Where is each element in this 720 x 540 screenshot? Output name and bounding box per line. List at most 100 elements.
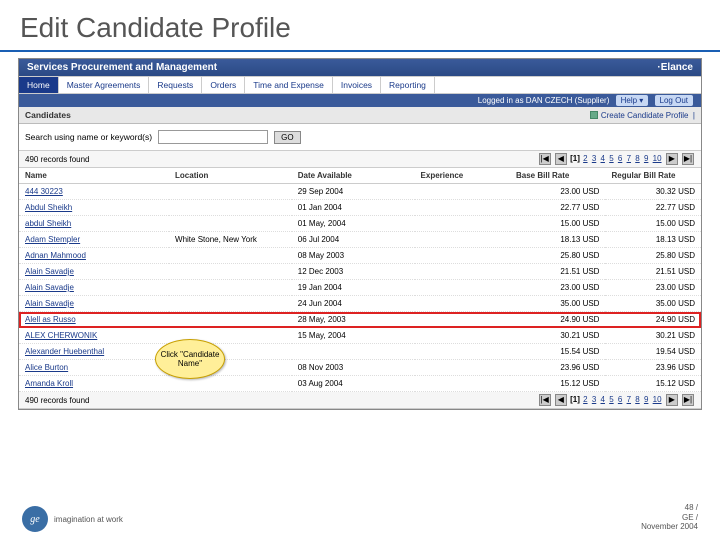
tab-home[interactable]: Home — [19, 77, 59, 93]
search-input[interactable] — [158, 130, 268, 144]
cell-date: 29 Sep 2004 — [292, 184, 415, 200]
pager-first-icon-b[interactable]: |◀ — [539, 394, 551, 406]
col-base-rate[interactable]: Base Bill Rate — [510, 168, 605, 184]
cell-base-rate: 30.21 USD — [510, 328, 605, 344]
tab-reporting[interactable]: Reporting — [381, 77, 435, 93]
candidate-name-link[interactable]: Adnan Mahmood — [25, 251, 86, 260]
cell-regular-rate: 25.80 USD — [605, 248, 701, 264]
callout-click-name: Click "Candidate Name" — [155, 339, 225, 379]
cell-regular-rate: 35.00 USD — [605, 296, 701, 312]
pager-last-icon-b[interactable]: ▶| — [682, 394, 694, 406]
cell-location — [169, 184, 292, 200]
pager-next-icon-b[interactable]: ▶ — [666, 394, 678, 406]
candidate-name-link[interactable]: Adam Stempler — [25, 235, 80, 244]
pager-page-2b[interactable]: 2 — [583, 395, 587, 404]
cell-date: 24 Jun 2004 — [292, 296, 415, 312]
table-row: abdul Sheikh01 May, 200415.00 USD15.00 U… — [19, 216, 701, 232]
pager-page-6[interactable]: 6 — [618, 154, 622, 163]
pager-last-icon[interactable]: ▶| — [682, 153, 694, 165]
col-regular-rate[interactable]: Regular Bill Rate — [605, 168, 701, 184]
pager-page-4b[interactable]: 4 — [601, 395, 605, 404]
tab-invoices[interactable]: Invoices — [333, 77, 381, 93]
table-row: Alell as Russo28 May, 200324.90 USD24.90… — [19, 312, 701, 328]
pager-page-7b[interactable]: 7 — [627, 395, 631, 404]
col-date-available[interactable]: Date Available — [292, 168, 415, 184]
candidate-name-link[interactable]: abdul Sheikh — [25, 219, 71, 228]
cell-regular-rate: 22.77 USD — [605, 200, 701, 216]
table-row: ALEX CHERWONIK15 May, 200430.21 USD30.21… — [19, 328, 701, 344]
cell-date: 01 Jan 2004 — [292, 200, 415, 216]
pager-page-5b[interactable]: 5 — [609, 395, 613, 404]
tab-orders[interactable]: Orders — [202, 77, 245, 93]
candidate-name-link[interactable]: Alain Savadje — [25, 267, 74, 276]
pager-prev-icon[interactable]: ◀ — [555, 153, 567, 165]
help-button[interactable]: Help ▾ — [616, 95, 649, 106]
cell-experience — [415, 200, 510, 216]
cell-base-rate: 15.00 USD — [510, 216, 605, 232]
candidate-name-link[interactable]: Alain Savadje — [25, 299, 74, 308]
cell-experience — [415, 360, 510, 376]
brand-label: ·Elance — [657, 62, 693, 73]
col-location[interactable]: Location — [169, 168, 292, 184]
cell-base-rate: 15.54 USD — [510, 344, 605, 360]
cell-regular-rate: 15.00 USD — [605, 216, 701, 232]
pager-page-9[interactable]: 9 — [644, 154, 648, 163]
chevron-down-icon: ▾ — [639, 96, 643, 105]
app-name: Services Procurement and Management — [27, 62, 217, 73]
candidate-name-link[interactable]: Alain Savadje — [25, 283, 74, 292]
pager-page-3b[interactable]: 3 — [592, 395, 596, 404]
app-header: Services Procurement and Management ·Ela… — [19, 59, 701, 76]
col-name[interactable]: Name — [19, 168, 169, 184]
logout-button[interactable]: Log Out — [655, 95, 693, 106]
pager-page-3[interactable]: 3 — [592, 154, 596, 163]
tab-requests[interactable]: Requests — [149, 77, 202, 93]
table-row: Alain Savadje19 Jan 200423.00 USD23.00 U… — [19, 280, 701, 296]
tab-master-agreements[interactable]: Master Agreements — [59, 77, 150, 93]
pager-page-8[interactable]: 8 — [635, 154, 639, 163]
pager-page-10[interactable]: 10 — [653, 154, 662, 163]
cell-date: 06 Jul 2004 — [292, 232, 415, 248]
cell-date: 12 Dec 2003 — [292, 264, 415, 280]
pager-page-8b[interactable]: 8 — [635, 395, 639, 404]
ge-tagline: imagination at work — [54, 515, 123, 524]
pager-next-icon[interactable]: ▶ — [666, 153, 678, 165]
records-found: 490 records found — [25, 155, 90, 164]
candidate-name-link[interactable]: Amanda Kroll — [25, 379, 73, 388]
col-experience[interactable]: Experience — [415, 168, 510, 184]
go-button[interactable]: GO — [274, 131, 300, 144]
pager-page-5[interactable]: 5 — [609, 154, 613, 163]
pager-bottom: 490 records found |◀ ◀ [1] 2 3 4 5 6 7 8… — [19, 392, 701, 409]
pager-first-icon[interactable]: |◀ — [539, 153, 551, 165]
table-row: Abdul Sheikh 01 Jan 2004 22.77 USD22.77 US… — [19, 200, 701, 216]
pager-page-7[interactable]: 7 — [627, 154, 631, 163]
ge-logo-icon: ge — [22, 506, 48, 532]
candidate-name-link[interactable]: Abdul Sheikh — [25, 203, 72, 212]
candidate-name-link[interactable]: Alexander Huebenthal — [25, 347, 104, 356]
cell-location — [169, 312, 292, 328]
cell-experience — [415, 296, 510, 312]
create-candidate-link[interactable]: Create Candidate Profile | — [590, 111, 695, 120]
pager-page-2[interactable]: 2 — [583, 154, 587, 163]
cell-regular-rate: 23.00 USD — [605, 280, 701, 296]
candidate-name-link[interactable]: ALEX CHERWONIK — [25, 331, 97, 340]
cell-base-rate: 22.77 USD — [510, 200, 605, 216]
cell-base-rate: 25.80 USD — [510, 248, 605, 264]
candidate-name-link[interactable]: Alice Burton — [25, 363, 68, 372]
logged-in-text: Logged in as DAN CZECH (Supplier) — [478, 96, 610, 105]
cell-base-rate: 35.00 USD — [510, 296, 605, 312]
cell-date — [292, 344, 415, 360]
cell-date: 08 May 2003 — [292, 248, 415, 264]
table-row: Alexander Huebenthal15.54 USD19.54 USD — [19, 344, 701, 360]
cell-regular-rate: 30.32 USD — [605, 184, 701, 200]
pager-page-10b[interactable]: 10 — [653, 395, 662, 404]
candidate-name-link[interactable]: 444 30223 — [25, 187, 63, 196]
pager-page-9b[interactable]: 9 — [644, 395, 648, 404]
candidate-name-link[interactable]: Alell as Russo — [25, 315, 76, 324]
cell-experience — [415, 184, 510, 200]
tab-time-expense[interactable]: Time and Expense — [245, 77, 333, 93]
pager-prev-icon-b[interactable]: ◀ — [555, 394, 567, 406]
pager-page-4[interactable]: 4 — [601, 154, 605, 163]
footer-org: GE / — [641, 513, 698, 523]
cell-date: 19 Jan 2004 — [292, 280, 415, 296]
pager-page-6b[interactable]: 6 — [618, 395, 622, 404]
